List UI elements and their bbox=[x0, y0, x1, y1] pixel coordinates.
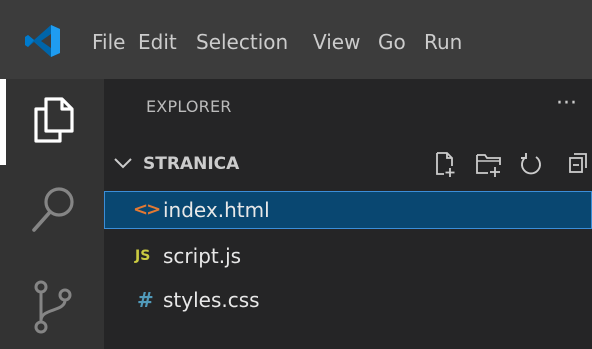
menu-selection[interactable]: Selection bbox=[196, 27, 288, 57]
menu-go[interactable]: Go bbox=[378, 27, 406, 57]
menu-run[interactable]: Run bbox=[424, 27, 462, 57]
vscode-window: File Edit Selection View Go Run EXPLORER… bbox=[0, 0, 592, 349]
explorer-icon[interactable] bbox=[26, 92, 80, 146]
refresh-icon[interactable] bbox=[518, 150, 544, 178]
title-bar bbox=[0, 0, 592, 79]
vscode-logo-icon bbox=[25, 25, 60, 57]
chevron-down-icon[interactable] bbox=[112, 152, 134, 174]
html-icon: <> bbox=[133, 199, 161, 220]
new-folder-icon[interactable] bbox=[474, 150, 504, 178]
new-file-icon[interactable] bbox=[432, 150, 458, 178]
menu-file[interactable]: File bbox=[92, 27, 125, 57]
more-actions-icon[interactable]: ··· bbox=[556, 92, 577, 116]
file-name[interactable]: styles.css bbox=[163, 284, 260, 316]
menu-edit[interactable]: Edit bbox=[138, 27, 177, 57]
folder-name[interactable]: STRANICA bbox=[143, 150, 239, 178]
active-indicator bbox=[0, 79, 6, 165]
menu-view[interactable]: View bbox=[313, 27, 360, 57]
search-icon[interactable] bbox=[26, 180, 82, 240]
file-name[interactable]: script.js bbox=[163, 240, 241, 272]
file-name[interactable]: index.html bbox=[163, 194, 270, 226]
css-icon: # bbox=[137, 288, 154, 312]
explorer-title: EXPLORER bbox=[146, 97, 232, 116]
source-control-icon[interactable] bbox=[30, 278, 78, 336]
collapse-all-icon[interactable] bbox=[566, 150, 592, 178]
js-icon: JS bbox=[135, 248, 151, 264]
